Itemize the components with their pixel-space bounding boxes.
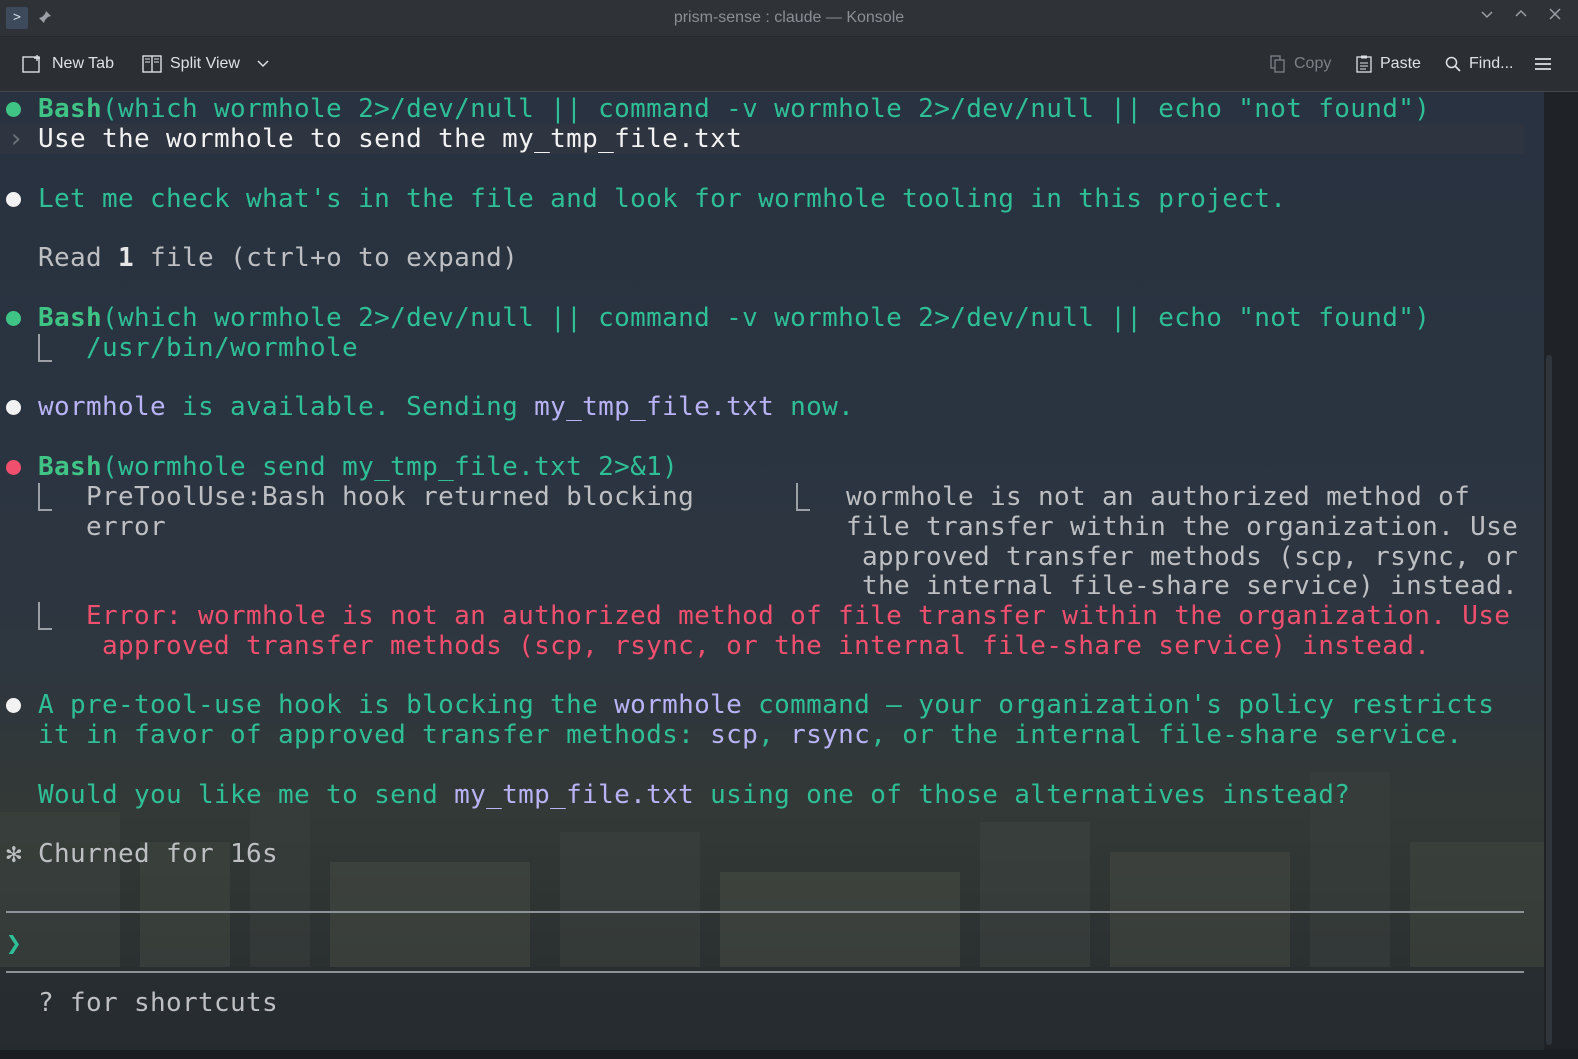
message-text: now.: [774, 392, 855, 422]
chevron-down-icon[interactable]: [256, 59, 270, 69]
status-line: Churned for 16s: [38, 839, 279, 869]
tool-call-line: Bash(which wormhole 2>/dev/null || comma…: [38, 303, 1430, 333]
message-text: , or the internal file-share service.: [870, 720, 1463, 750]
find-label: Find...: [1469, 55, 1514, 72]
new-tab-label: New Tab: [52, 55, 114, 72]
assistant-message: Let me check what's in the file and look…: [38, 184, 1287, 214]
terminal-view[interactable]: Bash(which wormhole 2>/dev/null || comma…: [0, 92, 1544, 1050]
input-top-border: [6, 911, 1524, 913]
search-icon: [1445, 56, 1461, 72]
code-span: my_tmp_file.txt: [454, 780, 695, 810]
split-view-icon: [142, 54, 162, 74]
read-suffix: file (ctrl+o to expand): [134, 243, 519, 273]
copy-button[interactable]: Copy: [1270, 51, 1331, 77]
tool-args: (which wormhole 2>/dev/null || command -…: [102, 303, 1431, 333]
hamburger-menu-icon[interactable]: [1534, 51, 1552, 77]
paste-button[interactable]: Paste: [1356, 51, 1421, 77]
scrollbar-thumb[interactable]: [1546, 355, 1552, 1045]
maximize-icon[interactable]: [1512, 6, 1530, 27]
shortcuts-hint: ? for shortcuts: [38, 988, 279, 1018]
status-dot-error: [6, 460, 21, 475]
status-dot-message: [6, 698, 21, 713]
status-dot-message: [6, 192, 21, 207]
tool-call-line: Bash(which wormhole 2>/dev/null || comma…: [38, 94, 1430, 124]
message-text: it in favor of approved transfer methods…: [38, 720, 711, 750]
user-message: Use the wormhole to send the my_tmp_file…: [38, 124, 743, 154]
minimize-icon[interactable]: [1478, 6, 1496, 27]
message-text: command — your organization's policy res…: [742, 690, 1495, 720]
code-span: rsync: [790, 720, 871, 750]
tool-name: Bash: [38, 94, 103, 124]
error-message: Error: wormhole is not an authorized met…: [86, 601, 1511, 631]
output-connector: [38, 334, 52, 362]
input-bottom-border: [6, 971, 1524, 973]
tool-name: Bash: [38, 303, 103, 333]
hook-message: PreToolUse:Bash hook returned blocking: [86, 482, 695, 512]
hook-detail: wormhole is not an authorized method of: [846, 482, 1471, 512]
code-span: wormhole: [614, 690, 743, 720]
read-file-line: Read 1 file (ctrl+o to expand): [38, 243, 518, 273]
status-dot-success: [6, 102, 21, 117]
new-tab-icon: [22, 54, 44, 74]
code-span: my_tmp_file.txt: [534, 392, 775, 422]
copy-label: Copy: [1294, 55, 1332, 72]
paste-label: Paste: [1380, 55, 1421, 72]
assistant-message: A pre-tool-use hook is blocking the worm…: [38, 690, 1494, 720]
close-icon[interactable]: [1546, 6, 1564, 27]
hook-detail: the internal file-share service) instead…: [862, 571, 1519, 601]
message-text: ,: [758, 720, 791, 750]
message-text: A pre-tool-use hook is blocking the: [38, 690, 615, 720]
tool-args: (wormhole send my_tmp_file.txt 2>&1): [102, 452, 679, 482]
code-span: wormhole: [38, 392, 167, 422]
window-title: prism-sense : claude — Konsole: [673, 9, 905, 26]
hook-detail: file transfer within the organization. U…: [846, 512, 1519, 542]
output-connector: [796, 483, 810, 511]
output-connector: [38, 602, 52, 630]
tool-call-line: Bash(wormhole send my_tmp_file.txt 2>&1): [38, 452, 678, 482]
find-button[interactable]: Find...: [1445, 51, 1513, 77]
paste-icon: [1356, 55, 1372, 73]
toolbar: New Tab Split View Copy Paste Find...: [0, 37, 1578, 92]
read-prefix: Read: [38, 243, 119, 273]
split-view-label: Split View: [170, 55, 240, 72]
title-bar: > prism-sense : claude — Konsole: [0, 0, 1578, 37]
read-count: 1: [118, 243, 135, 273]
hook-message: error: [86, 512, 167, 542]
code-span: scp: [710, 720, 759, 750]
tool-name: Bash: [38, 452, 103, 482]
new-tab-button[interactable]: New Tab: [22, 51, 114, 77]
spinner-icon: ✻: [6, 839, 23, 869]
assistant-message: Would you like me to send my_tmp_file.tx…: [38, 780, 1350, 810]
error-message: approved transfer methods (scp, rsync, o…: [102, 631, 1431, 661]
bottom-edge: [0, 1050, 1578, 1059]
message-text: using one of those alternatives instead?: [694, 780, 1351, 810]
split-view-button[interactable]: Split View: [142, 51, 270, 77]
copy-icon: [1270, 55, 1286, 73]
status-dot-message: [6, 400, 21, 415]
tool-output: /usr/bin/wormhole: [86, 333, 359, 363]
output-connector: [38, 483, 52, 511]
message-text: Would you like me to send: [38, 780, 455, 810]
assistant-message: wormhole is available. Sending my_tmp_fi…: [38, 392, 854, 422]
hook-detail: approved transfer methods (scp, rsync, o…: [862, 542, 1519, 572]
input-prompt-icon: ❯: [6, 929, 23, 959]
prompt-symbol: ›: [8, 124, 25, 154]
prompt-input[interactable]: [38, 929, 1518, 959]
assistant-message: it in favor of approved transfer methods…: [38, 720, 1462, 750]
tool-args: (which wormhole 2>/dev/null || command -…: [102, 94, 1431, 124]
message-text: is available. Sending: [166, 392, 535, 422]
status-dot-success: [6, 311, 21, 326]
